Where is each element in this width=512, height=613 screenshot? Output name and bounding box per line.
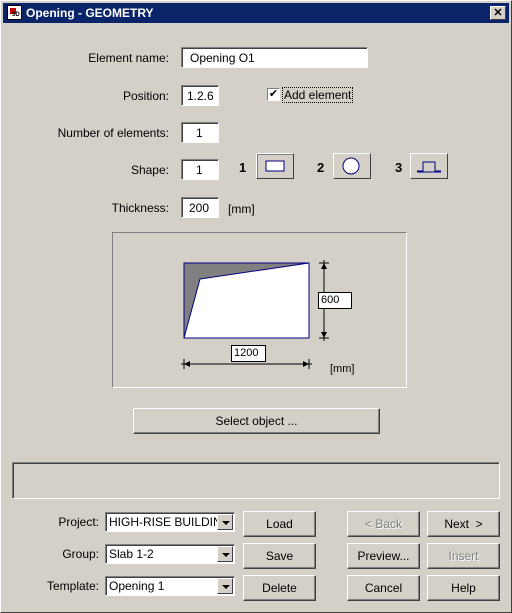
preview-button[interactable]: Preview... xyxy=(347,543,420,569)
window-title: Opening - GEOMETRY xyxy=(26,6,154,20)
element-name-label: Element name: xyxy=(88,51,169,65)
template-select[interactable]: Opening 1 xyxy=(105,576,235,596)
cancel-button[interactable]: Cancel xyxy=(347,575,420,601)
title-bar: Opening - GEOMETRY ✕ xyxy=(3,3,509,23)
height-dimension-value: 600 xyxy=(318,292,352,309)
shape-rectangle-button[interactable] xyxy=(256,153,294,179)
chevron-down-icon[interactable] xyxy=(217,514,233,530)
shape-input[interactable]: 1 xyxy=(181,159,219,180)
group-select-value: Slab 1-2 xyxy=(109,547,154,561)
thickness-label: Thickness: xyxy=(111,201,169,215)
back-button[interactable]: < Back xyxy=(347,511,420,537)
chevron-down-icon[interactable] xyxy=(217,546,233,562)
polygon-shape-icon xyxy=(417,161,441,173)
position-label: Position: xyxy=(122,89,169,103)
circle-shape-icon xyxy=(342,157,360,175)
project-select-value: HIGH-RISE BUILDING xyxy=(109,515,232,529)
load-button[interactable]: Load xyxy=(243,511,316,537)
add-element-label[interactable]: Add element xyxy=(282,87,354,103)
geometry-preview-panel: 600 1200 [mm] xyxy=(112,232,407,388)
shape-polygon-button[interactable] xyxy=(410,153,448,179)
element-name-input[interactable]: Opening O1 xyxy=(181,47,368,68)
close-button[interactable]: ✕ xyxy=(490,6,506,20)
add-element-checkbox[interactable]: ✔ xyxy=(267,88,280,101)
shape-option-2-number: 2 xyxy=(317,160,325,175)
group-label: Group: xyxy=(62,547,99,561)
app-icon xyxy=(7,5,22,20)
thickness-unit: [mm] xyxy=(228,202,255,216)
save-button[interactable]: Save xyxy=(243,543,316,569)
width-dimension-value: 1200 xyxy=(231,345,266,362)
next-button[interactable]: Next > xyxy=(427,511,500,537)
preview-unit: [mm] xyxy=(330,363,355,375)
template-label: Template: xyxy=(46,579,99,593)
help-button[interactable]: Help xyxy=(427,575,500,601)
number-of-elements-input[interactable]: 1 xyxy=(181,122,219,143)
position-input[interactable]: 1.2.6 xyxy=(181,85,219,106)
select-object-button[interactable]: Select object ... xyxy=(133,408,380,434)
status-area xyxy=(12,462,500,499)
insert-button[interactable]: Insert xyxy=(427,543,500,569)
delete-button[interactable]: Delete xyxy=(243,575,316,601)
template-select-value: Opening 1 xyxy=(109,579,165,593)
shape-option-3-number: 3 xyxy=(395,160,403,175)
shape-option-1-number: 1 xyxy=(239,160,247,175)
shape-circle-button[interactable] xyxy=(333,153,371,179)
shape-label: Shape: xyxy=(130,163,169,177)
project-select[interactable]: HIGH-RISE BUILDING xyxy=(105,512,235,532)
opening-geometry-drawing xyxy=(181,260,329,369)
number-of-elements-label: Number of elements: xyxy=(57,126,169,140)
thickness-input[interactable]: 200 xyxy=(181,197,219,218)
group-select[interactable]: Slab 1-2 xyxy=(105,544,235,564)
dialog-window: Opening - GEOMETRY ✕ Element name: Openi… xyxy=(0,0,512,613)
project-label: Project: xyxy=(58,515,99,529)
chevron-down-icon[interactable] xyxy=(217,578,233,594)
rectangle-shape-icon xyxy=(265,160,285,172)
